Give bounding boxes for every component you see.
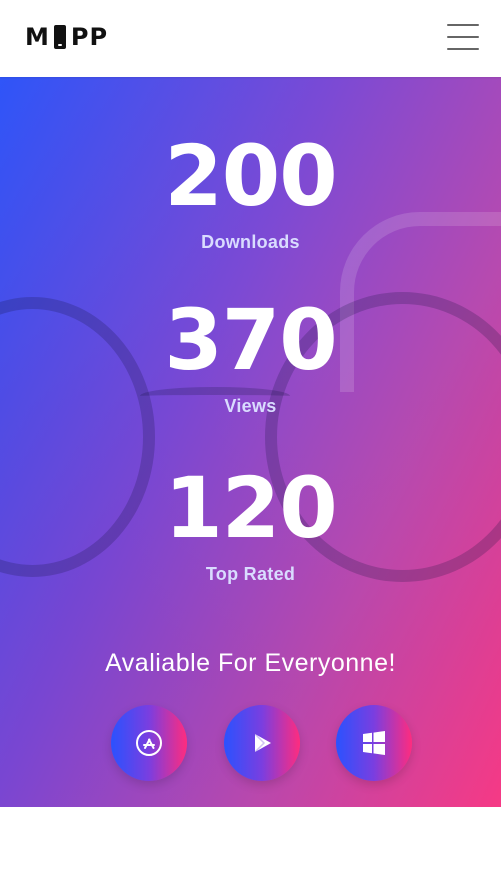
logo-letters-pp: PP bbox=[70, 23, 109, 51]
stat-top-rated: 120 Top Rated bbox=[0, 466, 501, 585]
below-section bbox=[0, 807, 501, 889]
google-play-button[interactable] bbox=[224, 705, 300, 781]
app-store-icon bbox=[134, 728, 164, 758]
hamburger-menu-icon[interactable] bbox=[447, 24, 479, 50]
hero-stats-section: 200 Downloads 370 Views 120 Top Rated Av… bbox=[0, 77, 501, 807]
stat-label: Downloads bbox=[201, 232, 300, 252]
app-store-button[interactable] bbox=[111, 705, 187, 781]
stat-label: Views bbox=[224, 396, 277, 416]
windows-store-icon bbox=[360, 729, 388, 757]
logo-letter-m: M bbox=[25, 23, 50, 51]
google-play-icon bbox=[247, 728, 277, 758]
stat-label: Top Rated bbox=[205, 564, 296, 584]
phone-icon bbox=[53, 25, 66, 49]
availability-title: Avaliable For Everyonne! bbox=[105, 649, 396, 677]
hamburger-line bbox=[447, 24, 479, 26]
top-navbar: M PP bbox=[0, 0, 501, 77]
windows-store-button[interactable] bbox=[336, 705, 412, 781]
stat-downloads: 200 Downloads bbox=[0, 134, 501, 253]
stat-value: 200 bbox=[164, 127, 337, 225]
hamburger-line bbox=[447, 36, 479, 38]
stat-views: 370 Views bbox=[0, 298, 501, 417]
stat-value: 120 bbox=[164, 459, 337, 557]
store-buttons bbox=[0, 705, 501, 781]
hamburger-line bbox=[447, 48, 479, 50]
brand-logo[interactable]: M PP bbox=[25, 24, 108, 50]
stat-value: 370 bbox=[164, 291, 337, 389]
